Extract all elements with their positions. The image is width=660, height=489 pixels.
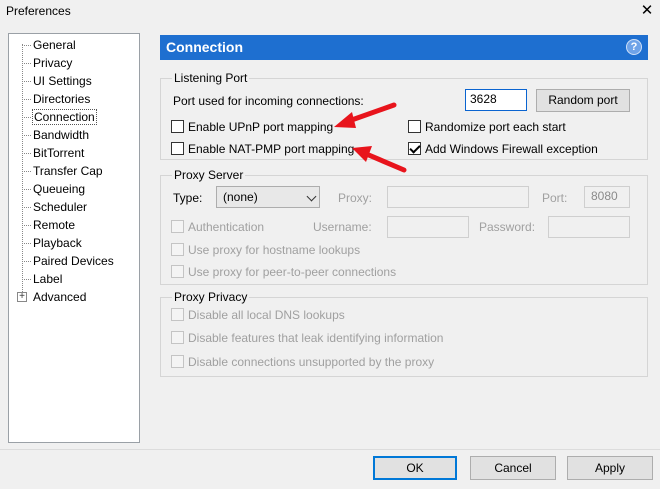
cancel-button[interactable]: Cancel <box>470 456 556 480</box>
tree-connector <box>22 81 31 82</box>
sidebar-item-bittorrent[interactable]: BitTorrent <box>33 146 84 160</box>
tree-connector <box>22 171 31 172</box>
section-header: Connection ? <box>160 35 648 60</box>
disable-dns-checkbox[interactable] <box>171 308 184 321</box>
tree-connector <box>22 135 31 136</box>
sidebar-item-connection[interactable]: Connection <box>32 109 97 125</box>
listening-port-legend: Listening Port <box>172 71 250 85</box>
dialog-footer <box>0 449 660 489</box>
proxy-host-input[interactable] <box>387 186 529 208</box>
tree-connector <box>22 153 31 154</box>
upnp-checkbox[interactable] <box>171 120 184 133</box>
window-title: Preferences <box>6 4 71 18</box>
tree-connector <box>22 99 31 100</box>
username-label: Username: <box>313 220 372 234</box>
proxy-type-label: Type: <box>173 191 203 205</box>
randomize-port-checkbox[interactable] <box>408 120 421 133</box>
proxy-privacy-legend: Proxy Privacy <box>172 290 250 304</box>
proxy-port-label: Port: <box>542 191 568 205</box>
sidebar-item-scheduler[interactable]: Scheduler <box>33 200 87 214</box>
expand-icon[interactable]: + <box>17 292 27 302</box>
sidebar-item-label[interactable]: Label <box>33 272 62 286</box>
port-input[interactable]: 3628 <box>465 89 527 111</box>
tree-connector <box>22 243 31 244</box>
natpmp-label: Enable NAT-PMP port mapping <box>188 142 355 156</box>
disable-dns-label: Disable all local DNS lookups <box>188 308 345 322</box>
tree-connector <box>22 63 31 64</box>
annotation-arrow-upnp <box>334 102 397 128</box>
sidebar-item-queueing[interactable]: Queueing <box>33 182 85 196</box>
tree-connector <box>22 45 31 46</box>
proxy-host-label: Proxy: <box>338 191 373 205</box>
authentication-checkbox[interactable] <box>171 220 184 233</box>
sidebar-item-ui-settings[interactable]: UI Settings <box>33 74 92 88</box>
apply-button[interactable]: Apply <box>567 456 653 480</box>
natpmp-checkbox[interactable] <box>171 142 184 155</box>
firewall-label: Add Windows Firewall exception <box>425 142 598 156</box>
hostname-lookups-label: Use proxy for hostname lookups <box>188 243 361 257</box>
proxy-type-value: (none) <box>223 190 258 204</box>
sidebar-item-paired-devices[interactable]: Paired Devices <box>33 254 114 268</box>
disable-leak-label: Disable features that leak identifying i… <box>188 331 444 345</box>
upnp-label: Enable UPnP port mapping <box>188 120 334 134</box>
sidebar-item-transfer-cap[interactable]: Transfer Cap <box>33 164 103 178</box>
p2p-proxy-label: Use proxy for peer-to-peer connections <box>188 265 397 279</box>
tree-connector <box>22 225 31 226</box>
ok-button[interactable]: OK <box>373 456 457 480</box>
sidebar-item-general[interactable]: General <box>33 38 76 52</box>
tree-connector <box>22 279 31 280</box>
sidebar-item-playback[interactable]: Playback <box>33 236 82 250</box>
proxy-port-input[interactable]: 8080 <box>584 186 630 208</box>
randomize-port-label: Randomize port each start <box>425 120 566 134</box>
proxy-server-legend: Proxy Server <box>172 168 246 182</box>
sidebar-item-bandwidth[interactable]: Bandwidth <box>33 128 89 142</box>
disable-leak-checkbox[interactable] <box>171 331 184 344</box>
sidebar-item-directories[interactable]: Directories <box>33 92 90 106</box>
password-label: Password: <box>479 220 536 234</box>
chevron-down-icon <box>306 191 317 202</box>
disable-unsupported-label: Disable connections unsupported by the p… <box>188 355 435 369</box>
tree-connector <box>22 189 31 190</box>
help-icon[interactable]: ? <box>626 39 642 55</box>
password-input[interactable] <box>548 216 630 238</box>
username-input[interactable] <box>387 216 469 238</box>
preferences-tree[interactable]: General Privacy UI Settings Directories Conn… <box>8 33 140 443</box>
tree-connector <box>22 261 31 262</box>
annotation-arrow-natpmp <box>352 146 407 173</box>
random-port-button[interactable]: Random port <box>536 89 630 112</box>
proxy-type-select[interactable]: (none) <box>216 186 320 208</box>
section-title: Connection <box>166 39 243 55</box>
authentication-label: Authentication <box>188 220 265 234</box>
tree-connector <box>22 117 31 118</box>
p2p-proxy-checkbox[interactable] <box>171 265 184 278</box>
disable-unsupported-checkbox[interactable] <box>171 355 184 368</box>
tree-connector <box>22 207 31 208</box>
sidebar-item-remote[interactable]: Remote <box>33 218 75 232</box>
sidebar-item-privacy[interactable]: Privacy <box>33 56 72 70</box>
hostname-lookups-checkbox[interactable] <box>171 243 184 256</box>
close-icon[interactable]: ✕ <box>636 0 658 22</box>
sidebar-item-advanced[interactable]: Advanced <box>33 290 86 304</box>
